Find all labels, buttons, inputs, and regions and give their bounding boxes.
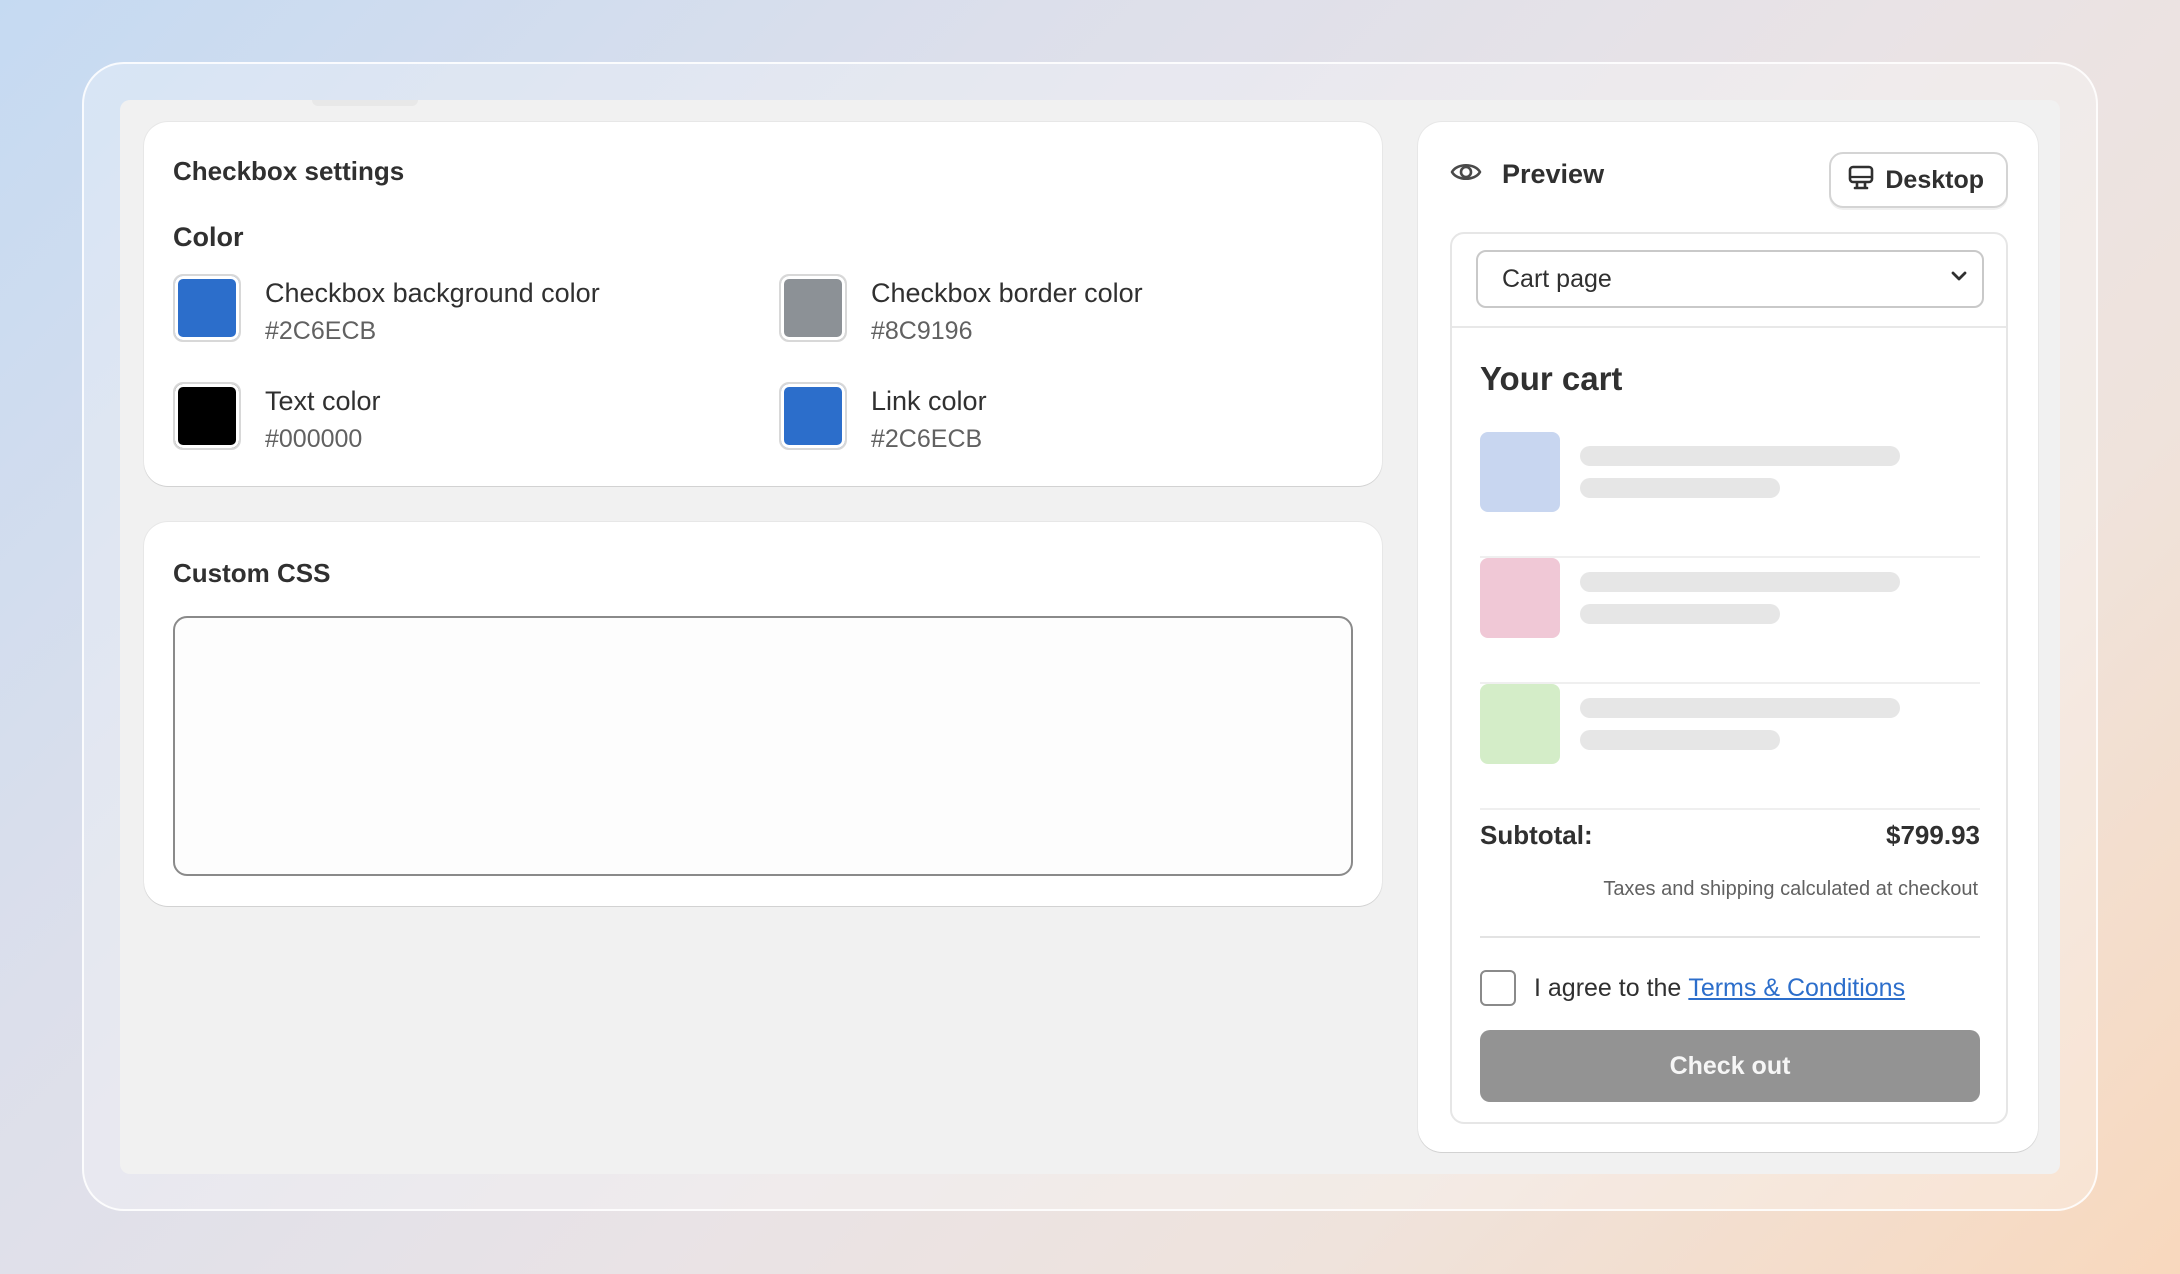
checkbox-settings-card: Checkbox settings Color Checkbox backgro… bbox=[144, 122, 1382, 486]
color-hex: #2C6ECB bbox=[265, 317, 377, 345]
agree-text: I agree to the bbox=[1534, 973, 1682, 1002]
text-color-swatch[interactable] bbox=[173, 382, 241, 450]
preview-panel: Cart page Your cart Subtotal: $799.93 Ta… bbox=[1450, 232, 2008, 1124]
cart-item-placeholder-line bbox=[1580, 730, 1780, 750]
cart-divider bbox=[1480, 936, 1980, 938]
cart-item-placeholder-line bbox=[1580, 572, 1900, 592]
custom-css-title: Custom CSS bbox=[173, 558, 331, 588]
preview-header: Preview bbox=[1450, 156, 1604, 193]
cart-item-thumbnail bbox=[1480, 432, 1560, 512]
color-item-text[interactable]: Text color #000000 bbox=[173, 382, 381, 456]
cart-item-placeholder-line bbox=[1580, 478, 1780, 498]
color-item-checkbox-background[interactable]: Checkbox background color #2C6ECB bbox=[173, 274, 600, 348]
terms-checkbox[interactable] bbox=[1480, 970, 1516, 1006]
desktop-icon bbox=[1847, 164, 1875, 197]
color-name: Text color bbox=[265, 386, 381, 416]
cart-title: Your cart bbox=[1480, 360, 1623, 397]
color-hex: #8C9196 bbox=[871, 317, 973, 345]
select-divider bbox=[1452, 326, 2006, 328]
cart-item-placeholder-line bbox=[1580, 446, 1900, 466]
subtotal-value: $799.93 bbox=[1886, 820, 1980, 850]
chevron-down-icon bbox=[1948, 265, 1970, 294]
color-item-checkbox-border[interactable]: Checkbox border color #8C9196 bbox=[779, 274, 1143, 348]
cart-item-thumbnail bbox=[1480, 684, 1560, 764]
eye-icon bbox=[1450, 156, 1482, 193]
color-item-link[interactable]: Link color #2C6ECB bbox=[779, 382, 987, 456]
cart-item bbox=[1480, 684, 1980, 810]
page-select[interactable]: Cart page bbox=[1476, 250, 1984, 308]
tax-note: Taxes and shipping calculated at checkou… bbox=[1603, 878, 1978, 900]
top-tab-indicator bbox=[312, 100, 418, 106]
page-select-value: Cart page bbox=[1502, 264, 1612, 293]
custom-css-card: Custom CSS bbox=[144, 522, 1382, 906]
color-name: Checkbox border color bbox=[871, 278, 1143, 308]
color-name: Link color bbox=[871, 386, 987, 416]
cart-item-thumbnail bbox=[1480, 558, 1560, 638]
subtotal-row: Subtotal: $799.93 bbox=[1480, 820, 1980, 851]
cart-item bbox=[1480, 558, 1980, 684]
preview-card: Preview Desktop Cart page Your cart Subt… bbox=[1418, 122, 2038, 1152]
terms-link[interactable]: Terms & Conditions bbox=[1688, 974, 1905, 1003]
subtotal-label: Subtotal: bbox=[1480, 820, 1593, 850]
checkbox-border-swatch[interactable] bbox=[779, 274, 847, 342]
color-name: Checkbox background color bbox=[265, 278, 600, 308]
cart-item-placeholder-line bbox=[1580, 698, 1900, 718]
checkbox-background-swatch[interactable] bbox=[173, 274, 241, 342]
color-section-label: Color bbox=[173, 222, 244, 252]
checkbox-settings-title: Checkbox settings bbox=[173, 156, 405, 186]
checkout-button[interactable]: Check out bbox=[1480, 1030, 1980, 1102]
desktop-label: Desktop bbox=[1885, 165, 1984, 194]
color-hex: #000000 bbox=[265, 425, 363, 453]
link-color-swatch[interactable] bbox=[779, 382, 847, 450]
cart-item-placeholder-line bbox=[1580, 604, 1780, 624]
terms-agreement-row: I agree to the Terms & Conditions bbox=[1480, 970, 1905, 1006]
desktop-toggle-button[interactable]: Desktop bbox=[1829, 152, 2008, 208]
preview-label: Preview bbox=[1502, 159, 1605, 189]
custom-css-textarea[interactable] bbox=[173, 616, 1353, 876]
app-canvas: Checkbox settings Color Checkbox backgro… bbox=[120, 100, 2060, 1174]
color-hex: #2C6ECB bbox=[871, 425, 983, 453]
cart-item bbox=[1480, 432, 1980, 558]
